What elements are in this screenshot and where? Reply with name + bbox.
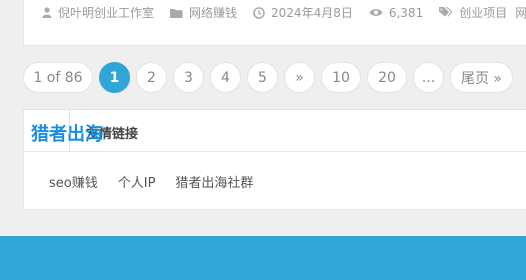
ellipsis: ... — [413, 62, 444, 93]
post-card: 倪叶明创业工作室 网络赚钱 2024年4月8日 6,381 创业项目 网 — [23, 0, 526, 46]
pagination: 1 of 86 1 2 3 4 5 » 10 20 ... 尾页 » — [23, 62, 519, 93]
clock-icon — [253, 6, 265, 19]
tag-item[interactable]: 网 — [515, 4, 526, 21]
page-info: 1 of 86 — [23, 62, 93, 93]
category-meta[interactable]: 网络赚钱 — [170, 4, 237, 21]
friend-links-header: 友情链接 猎者出海 — [24, 110, 526, 152]
post-meta: 倪叶明创业工作室 网络赚钱 2024年4月8日 6,381 创业项目 网 — [42, 4, 526, 21]
footer-bar — [0, 236, 526, 280]
friend-links-list: seo赚钱 个人IP 猎者出海社群 — [49, 172, 273, 191]
last-page-button[interactable]: 尾页 » — [450, 62, 513, 93]
user-icon — [42, 7, 52, 18]
eye-icon — [369, 8, 383, 17]
category-name: 网络赚钱 — [189, 6, 238, 20]
views-meta: 6,381 — [369, 6, 423, 20]
page-5-button[interactable]: 5 — [247, 62, 278, 93]
post-date: 2024年4月8日 — [271, 6, 353, 20]
view-count: 6,381 — [388, 5, 424, 20]
page-2-button[interactable]: 2 — [136, 62, 167, 93]
friend-link[interactable]: 猎者出海社群 — [175, 172, 253, 191]
friend-links-box: 友情链接 猎者出海 seo赚钱 个人IP 猎者出海社群 — [23, 109, 526, 210]
logo-watermark: 猎者出海 — [31, 124, 103, 145]
page-3-button[interactable]: 3 — [173, 62, 204, 93]
next-page-button[interactable]: » — [284, 62, 315, 93]
date-meta: 2024年4月8日 — [253, 4, 353, 21]
author-name: 倪叶明创业工作室 — [58, 6, 155, 20]
page-1-button[interactable]: 1 — [99, 62, 130, 93]
author-meta[interactable]: 倪叶明创业工作室 — [42, 4, 154, 21]
tag-item[interactable]: 创业项目 — [459, 4, 507, 21]
folder-icon — [170, 8, 183, 18]
page-20-button[interactable]: 20 — [367, 62, 407, 93]
tags-meta[interactable]: 创业项目 网 — [439, 4, 526, 21]
friend-link[interactable]: seo赚钱 — [49, 172, 98, 191]
friend-link[interactable]: 个人IP — [118, 172, 156, 191]
tags-icon — [439, 7, 453, 18]
page-4-button[interactable]: 4 — [210, 62, 241, 93]
page-10-button[interactable]: 10 — [321, 62, 361, 93]
